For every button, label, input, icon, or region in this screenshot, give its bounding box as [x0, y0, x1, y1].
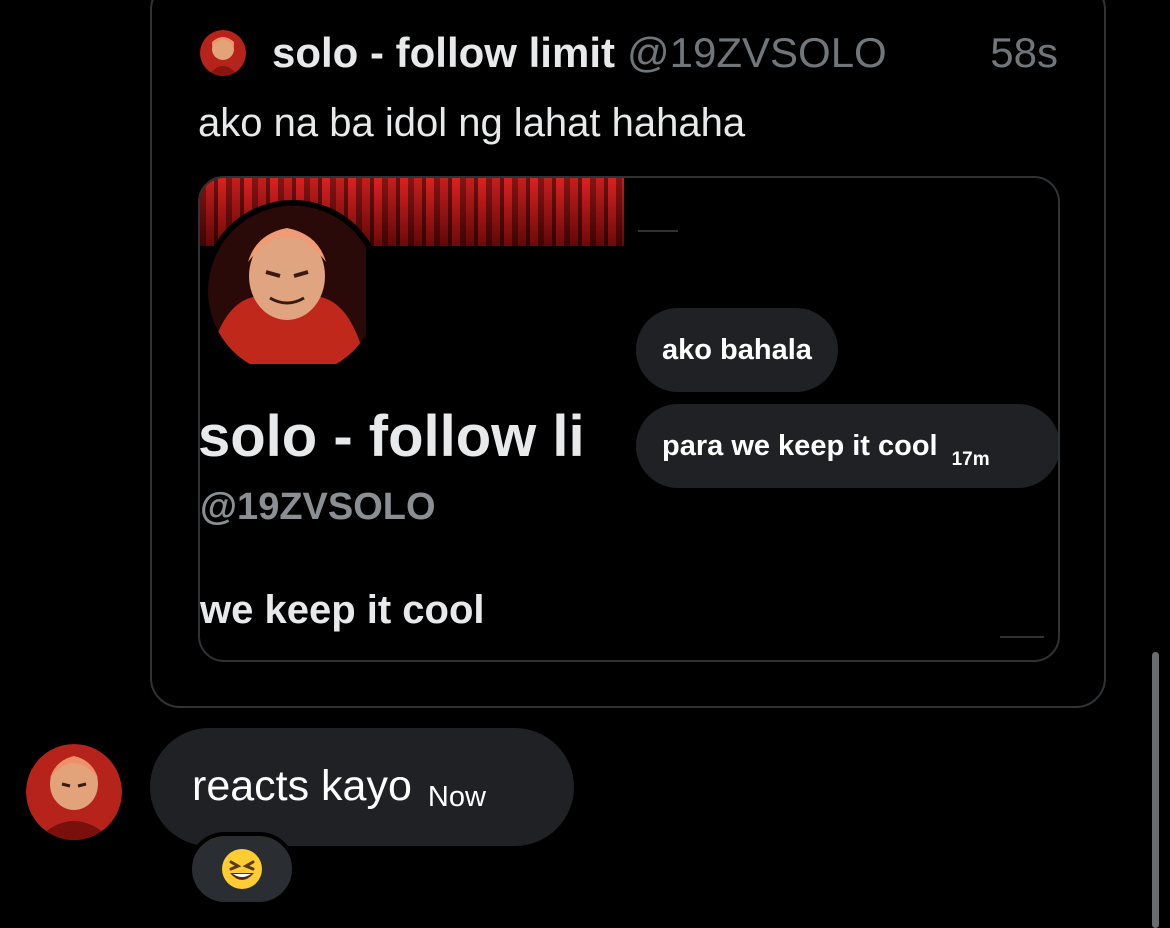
embedded-dm-text: para we keep it cool: [662, 430, 938, 462]
divider: [638, 230, 678, 232]
laughing-emoji-icon: [222, 849, 262, 889]
sender-avatar[interactable]: [26, 744, 122, 840]
quote-text: ako na ba idol ng lahat hahaha: [198, 101, 746, 145]
scrollbar[interactable]: [1152, 652, 1159, 928]
avatar-icon: [26, 744, 122, 840]
quote-author-name[interactable]: solo - follow limit: [272, 29, 615, 76]
reaction-badge[interactable]: [188, 832, 296, 906]
embedded-dm-bubble: para we keep it cool 17m: [636, 404, 1058, 488]
message-text: reacts kayo: [192, 762, 412, 810]
profile-name: solo - follow li: [198, 404, 585, 469]
embedded-dm-time: 17m: [951, 449, 990, 470]
dm-conversation: solo - follow limit @19ZVSOLO 58s ako na …: [0, 0, 1170, 928]
avatar-icon: [208, 206, 366, 364]
divider: [1000, 636, 1044, 638]
quote-author-avatar[interactable]: [200, 30, 246, 76]
embedded-dm-text: ako bahala: [662, 334, 812, 366]
quote-author-handle[interactable]: @19ZVSOLO: [627, 29, 887, 76]
embedded-dm-bubble: ako bahala: [636, 308, 838, 392]
profile-bio: we keep it cool: [200, 588, 485, 632]
quote-timestamp: 58s: [990, 29, 1058, 76]
quote-header: solo - follow limit @19ZVSOLO: [272, 28, 887, 78]
profile-avatar: [202, 200, 384, 382]
avatar-icon: [200, 30, 246, 76]
message-time: Now: [427, 781, 486, 813]
profile-handle: @19ZVSOLO: [200, 486, 436, 528]
message-bubble[interactable]: reacts kayo Now: [150, 728, 574, 846]
quote-media-image[interactable]: solo - follow li @19ZVSOLO we keep it co…: [198, 176, 1060, 662]
